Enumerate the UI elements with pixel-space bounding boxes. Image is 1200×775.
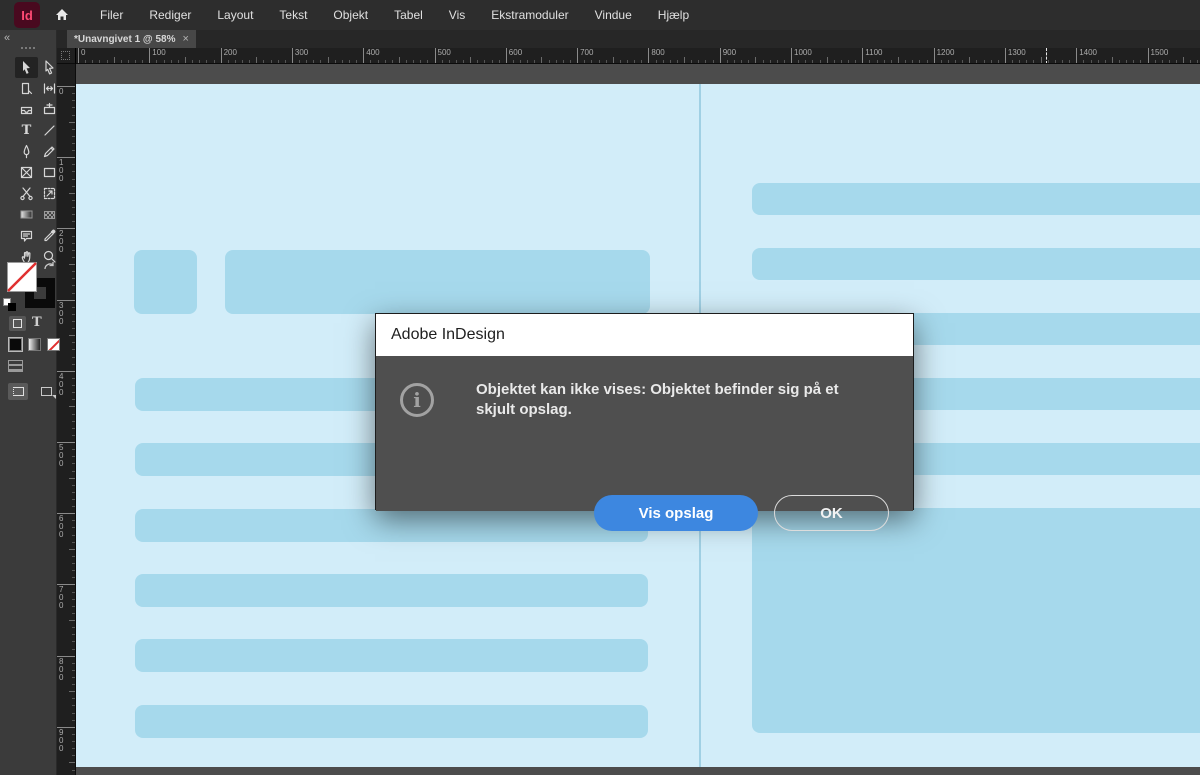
tab-close-icon[interactable]: ×	[182, 34, 188, 45]
document-tab[interactable]: *Unavngivet 1 @ 58% ×	[67, 30, 196, 48]
menu-bar: Id Filer Rediger Layout Tekst Objekt Tab…	[0, 0, 1200, 30]
apply-gradient-button[interactable]	[28, 338, 41, 351]
apply-none-button[interactable]	[47, 338, 60, 351]
gradient-tool-icon[interactable]	[15, 204, 38, 225]
indesign-window: Id Filer Rediger Layout Tekst Objekt Tab…	[0, 0, 1200, 775]
screen-mode-normal-button[interactable]	[8, 383, 28, 400]
content-placer-tool-icon[interactable]	[38, 99, 61, 120]
content-block[interactable]	[225, 250, 650, 314]
frame-tool-icon[interactable]	[15, 162, 38, 183]
menu-layout[interactable]: Layout	[204, 0, 266, 30]
ok-button[interactable]: OK	[774, 495, 889, 531]
apply-color-row	[8, 337, 60, 352]
content-collector-tool-icon[interactable]	[15, 99, 38, 120]
menu-vindue[interactable]: Vindue	[582, 0, 645, 30]
menu-vis[interactable]: Vis	[436, 0, 478, 30]
info-icon: i	[400, 383, 434, 417]
note-tool-icon[interactable]	[15, 225, 38, 246]
alert-dialog: Adobe InDesign i Objektet kan ikke vises…	[375, 313, 914, 531]
tools-panel: « T T	[0, 30, 60, 775]
selection-tool-icon[interactable]	[15, 57, 38, 78]
indesign-logo-icon: Id	[14, 2, 40, 28]
line-tool-icon[interactable]	[38, 120, 61, 141]
apply-color-button[interactable]	[8, 337, 23, 352]
document-tab-bar: *Unavngivet 1 @ 58% ×	[57, 30, 1200, 48]
chevron-down-icon	[52, 395, 56, 399]
formatting-container-button[interactable]	[9, 316, 26, 331]
formatting-text-button[interactable]: T	[32, 315, 42, 330]
dialog-body: i Objektet kan ikke vises: Objektet befi…	[376, 356, 913, 531]
collapse-panel-icon[interactable]: «	[4, 32, 10, 44]
dialog-buttons: Vis opslag OK	[376, 495, 913, 531]
free-transform-tool-icon[interactable]	[38, 183, 61, 204]
menu-objekt[interactable]: Objekt	[320, 0, 381, 30]
content-block[interactable]	[752, 248, 1200, 280]
pen-tool-icon[interactable]	[15, 141, 38, 162]
content-block[interactable]	[135, 705, 648, 738]
menu-tabel[interactable]: Tabel	[381, 0, 436, 30]
rectangle-tool-icon[interactable]	[38, 162, 61, 183]
home-icon[interactable]	[53, 6, 71, 24]
menu-rediger[interactable]: Rediger	[136, 0, 204, 30]
gradient-feather-tool-icon[interactable]	[38, 204, 61, 225]
menu-ekstramoduler[interactable]: Ekstramoduler	[478, 0, 581, 30]
panel-grip[interactable]	[21, 47, 36, 49]
dialog-title: Adobe InDesign	[376, 314, 913, 356]
fill-color-swatch[interactable]	[7, 262, 37, 292]
menu-tekst[interactable]: Tekst	[266, 0, 320, 30]
document-tab-label: *Unavngivet 1 @ 58%	[74, 33, 176, 45]
default-fill-stroke-icon[interactable]	[3, 298, 16, 311]
direct-selection-tool-icon[interactable]	[38, 57, 61, 78]
content-block[interactable]	[135, 639, 648, 672]
eyedropper-tool-icon[interactable]	[38, 225, 61, 246]
menu-items: Filer Rediger Layout Tekst Objekt Tabel …	[87, 0, 702, 30]
menu-filer[interactable]: Filer	[87, 0, 136, 30]
dialog-message: Objektet kan ikke vises: Objektet befind…	[476, 381, 839, 418]
view-options-icon[interactable]	[8, 360, 23, 372]
scissors-tool-icon[interactable]	[15, 183, 38, 204]
content-block[interactable]	[752, 183, 1200, 215]
horizontal-ruler[interactable]: 0 100 200 300 400 500 600 700 800 900 1000 1100 1200…	[57, 48, 1200, 64]
content-block[interactable]	[752, 508, 1200, 733]
vis-opslag-button[interactable]: Vis opslag	[594, 495, 758, 531]
menu-hjaelp[interactable]: Hjælp	[645, 0, 702, 30]
screen-mode-preview-button[interactable]	[36, 383, 56, 400]
content-block[interactable]	[134, 250, 197, 314]
gap-tool-icon[interactable]	[38, 78, 61, 99]
swap-fill-stroke-icon[interactable]	[43, 261, 56, 274]
content-block[interactable]	[135, 574, 648, 607]
type-tool-icon[interactable]: T	[15, 120, 38, 141]
page-tool-icon[interactable]	[15, 78, 38, 99]
pencil-tool-icon[interactable]	[38, 141, 61, 162]
tool-list: T	[15, 57, 61, 267]
